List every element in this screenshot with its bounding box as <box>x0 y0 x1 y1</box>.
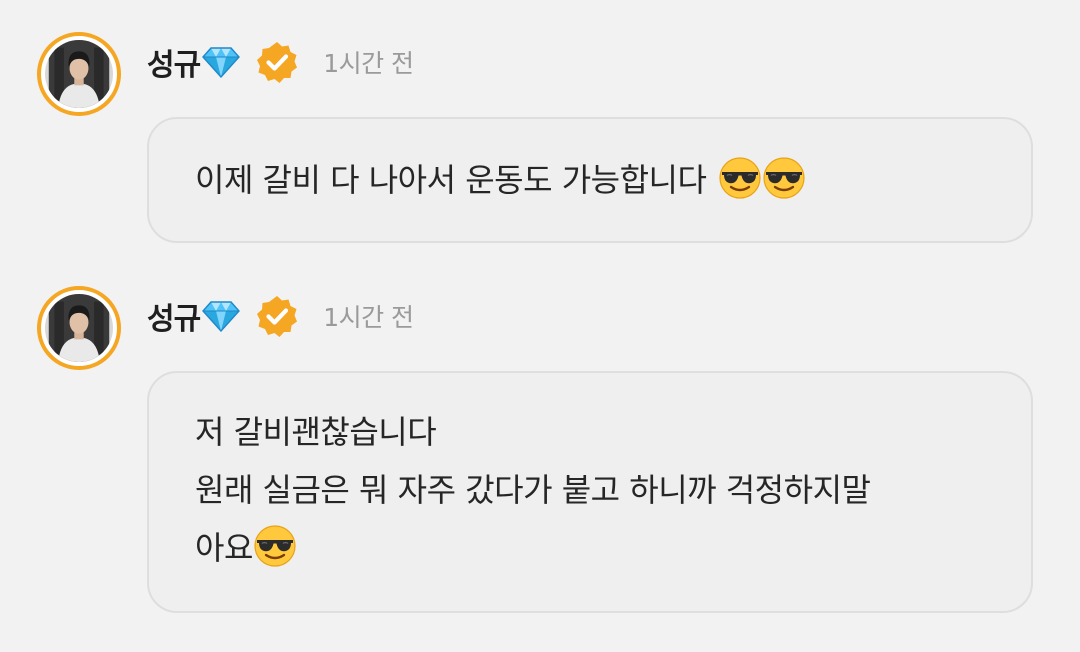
avatar[interactable] <box>37 32 121 116</box>
message-header: 성규 1시간 전 <box>147 294 414 338</box>
message-bubble[interactable]: 저 갈비괜찮습니다 원래 실금은 뭐 자주 갔다가 붙고 하니까 걱정하지말 아… <box>147 371 1033 613</box>
verified-badge-icon <box>255 294 299 338</box>
avatar-image <box>45 294 113 362</box>
message-text-line: 아요 <box>195 519 985 577</box>
diamond-icon <box>201 46 241 78</box>
diamond-icon <box>201 300 241 332</box>
author-name[interactable]: 성규 <box>147 40 201 84</box>
avatar[interactable] <box>37 286 121 370</box>
message-text-line: 저 갈비괜찮습니다 <box>195 413 437 451</box>
timestamp: 1시간 전 <box>323 49 414 78</box>
sunglasses-emoji-icon <box>718 156 762 200</box>
author-name[interactable]: 성규 <box>147 294 201 338</box>
message-header: 성규 1시간 전 <box>147 40 414 84</box>
sunglasses-emoji-icon <box>253 524 297 568</box>
verified-badge-icon <box>255 40 299 84</box>
message-feed: 성규 1시간 전 이제 갈비 다 나아서 운동도 가능합니다 성규 1시간 전 … <box>0 0 1080 652</box>
sunglasses-emoji-icon <box>762 156 806 200</box>
timestamp: 1시간 전 <box>323 303 414 332</box>
message-bubble[interactable]: 이제 갈비 다 나아서 운동도 가능합니다 <box>147 117 1033 243</box>
message-text-line: 원래 실금은 뭐 자주 갔다가 붙고 하니까 걱정하지말 <box>195 471 871 509</box>
avatar-image <box>45 40 113 108</box>
message-text-line: 이제 갈비 다 나아서 운동도 가능합니다 <box>195 151 806 209</box>
